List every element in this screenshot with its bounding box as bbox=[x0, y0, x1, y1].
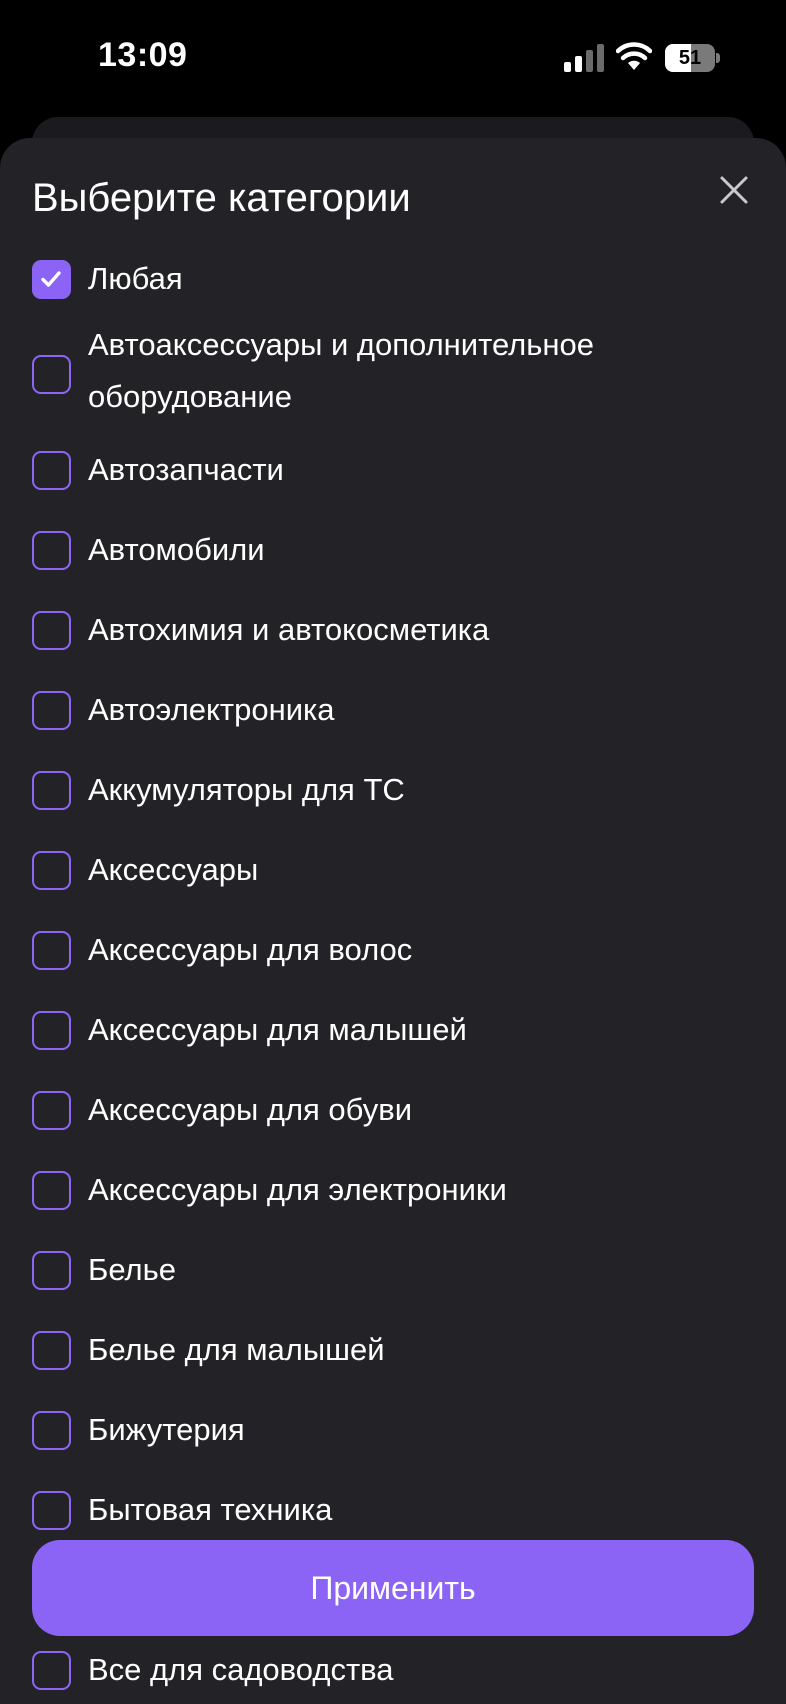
battery-icon: 51 bbox=[665, 44, 721, 72]
category-item[interactable]: Бытовая техника bbox=[0, 1475, 786, 1545]
category-label: Аккумуляторы для ТС bbox=[88, 772, 405, 807]
category-item[interactable]: Бижутерия bbox=[0, 1395, 786, 1465]
category-item[interactable]: Аксессуары для обуви bbox=[0, 1075, 786, 1145]
category-label-line2: оборудование bbox=[88, 379, 292, 414]
category-checkbox[interactable] bbox=[32, 1010, 71, 1050]
apply-button[interactable]: Применить bbox=[32, 1540, 754, 1636]
category-item[interactable]: Автохимия и автокосметика bbox=[0, 595, 786, 665]
category-checkbox[interactable] bbox=[32, 690, 71, 730]
check-icon bbox=[41, 270, 61, 287]
category-label: Белье для малышей bbox=[88, 1332, 385, 1367]
category-checkbox[interactable] bbox=[32, 850, 71, 890]
category-item[interactable]: Автозапчасти bbox=[0, 435, 786, 505]
category-item[interactable]: Любая bbox=[0, 244, 786, 314]
apply-button-label: Применить bbox=[310, 1570, 476, 1606]
sheet-title: Выберите категории bbox=[32, 176, 411, 220]
category-item[interactable]: Аксессуары bbox=[0, 835, 786, 905]
category-item[interactable]: Аккумуляторы для ТС bbox=[0, 755, 786, 825]
category-label: Аксессуары bbox=[88, 852, 259, 887]
category-checkbox[interactable] bbox=[32, 610, 71, 650]
category-label: Белье bbox=[88, 1252, 177, 1287]
category-checkbox[interactable] bbox=[32, 1090, 71, 1130]
category-item[interactable]: Аксессуары для малышей bbox=[0, 995, 786, 1065]
category-label: Аксессуары для обуви bbox=[88, 1092, 413, 1127]
category-item[interactable]: Автомобили bbox=[0, 515, 786, 585]
category-checkbox[interactable] bbox=[32, 1250, 71, 1290]
category-label: Все для садоводства bbox=[88, 1652, 394, 1687]
category-checkbox[interactable] bbox=[32, 770, 71, 810]
status-time: 13:09 bbox=[98, 36, 188, 74]
category-checkbox[interactable] bbox=[32, 1410, 71, 1450]
category-item[interactable]: Автоэлектроника bbox=[0, 675, 786, 745]
category-checkbox[interactable] bbox=[32, 530, 71, 570]
category-label: Аксессуары для электроники bbox=[88, 1172, 507, 1207]
wifi-icon bbox=[616, 42, 652, 70]
category-label: Автоаксессуары и дополнительное bbox=[88, 327, 595, 362]
category-label: Бижутерия bbox=[88, 1412, 245, 1447]
cellular-signal-icon bbox=[564, 44, 604, 72]
category-item[interactable]: Все для садоводства bbox=[0, 1635, 786, 1704]
category-label: Любая bbox=[88, 261, 183, 296]
category-item[interactable]: Автоаксессуары и дополнительное оборудова… bbox=[0, 319, 786, 429]
battery-percent: 51 bbox=[678, 47, 702, 69]
category-item[interactable]: Аксессуары для электроники bbox=[0, 1155, 786, 1225]
category-checkbox[interactable] bbox=[32, 1650, 71, 1690]
category-item[interactable]: Аксессуары для волос bbox=[0, 915, 786, 985]
category-checkbox[interactable] bbox=[32, 1170, 71, 1210]
category-sheet: Выберите категории Любая Автоаксессуары и… bbox=[0, 138, 786, 1704]
close-icon[interactable] bbox=[714, 170, 754, 210]
category-checkbox[interactable] bbox=[32, 1490, 71, 1530]
category-label: Аксессуары для малышей bbox=[88, 1012, 467, 1047]
category-checkbox[interactable] bbox=[32, 450, 71, 490]
category-label: Автоэлектроника bbox=[88, 692, 335, 727]
category-checkbox[interactable] bbox=[32, 354, 71, 394]
category-label: Бытовая техника bbox=[88, 1492, 333, 1527]
status-bar: 13:09 51 bbox=[0, 0, 786, 110]
category-item[interactable]: Белье bbox=[0, 1235, 786, 1305]
category-label: Автозапчасти bbox=[88, 452, 284, 487]
category-label: Автохимия и автокосметика bbox=[88, 612, 490, 647]
category-item[interactable]: Белье для малышей bbox=[0, 1315, 786, 1385]
category-checkbox[interactable] bbox=[32, 259, 71, 299]
category-label: Автомобили bbox=[88, 532, 265, 567]
category-label: Аксессуары для волос bbox=[88, 932, 413, 967]
category-checkbox[interactable] bbox=[32, 930, 71, 970]
category-checkbox[interactable] bbox=[32, 1330, 71, 1370]
